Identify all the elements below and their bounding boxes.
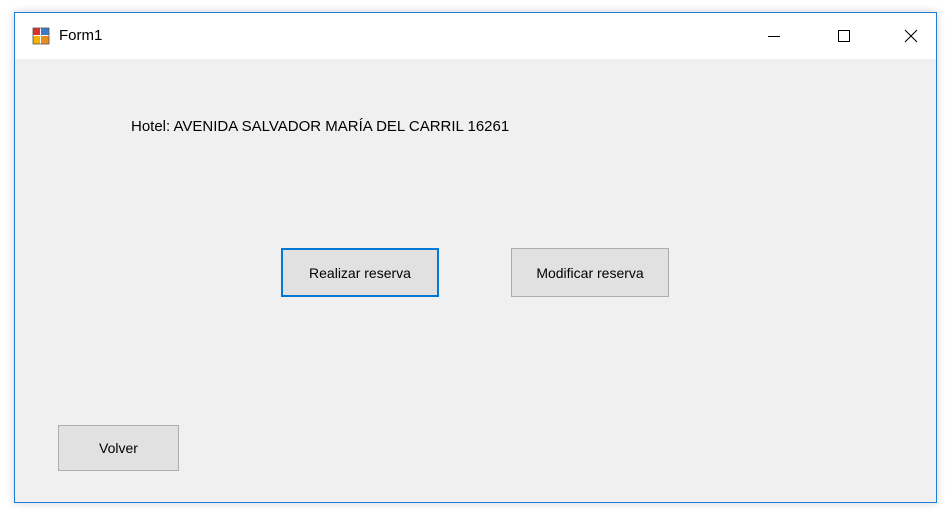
title-bar[interactable]: Form1 bbox=[15, 13, 936, 59]
minimize-button[interactable] bbox=[751, 13, 797, 59]
maximize-button[interactable] bbox=[821, 13, 867, 59]
modificar-reserva-button[interactable]: Modificar reserva bbox=[511, 248, 669, 297]
volver-button[interactable]: Volver bbox=[58, 425, 179, 471]
form-client-area: Hotel: AVENIDA SALVADOR MARÍA DEL CARRIL… bbox=[15, 59, 936, 502]
maximize-icon bbox=[838, 30, 850, 42]
winforms-app-icon bbox=[32, 27, 50, 45]
minimize-icon bbox=[768, 36, 780, 37]
app-window: Form1 Hotel: AVENIDA SALVADOR MARÍA DEL … bbox=[14, 12, 937, 503]
close-button[interactable] bbox=[888, 13, 934, 59]
window-title: Form1 bbox=[59, 27, 103, 44]
close-icon bbox=[904, 29, 918, 43]
hotel-label: Hotel: AVENIDA SALVADOR MARÍA DEL CARRIL… bbox=[131, 118, 510, 135]
realizar-reserva-button[interactable]: Realizar reserva bbox=[281, 248, 439, 297]
